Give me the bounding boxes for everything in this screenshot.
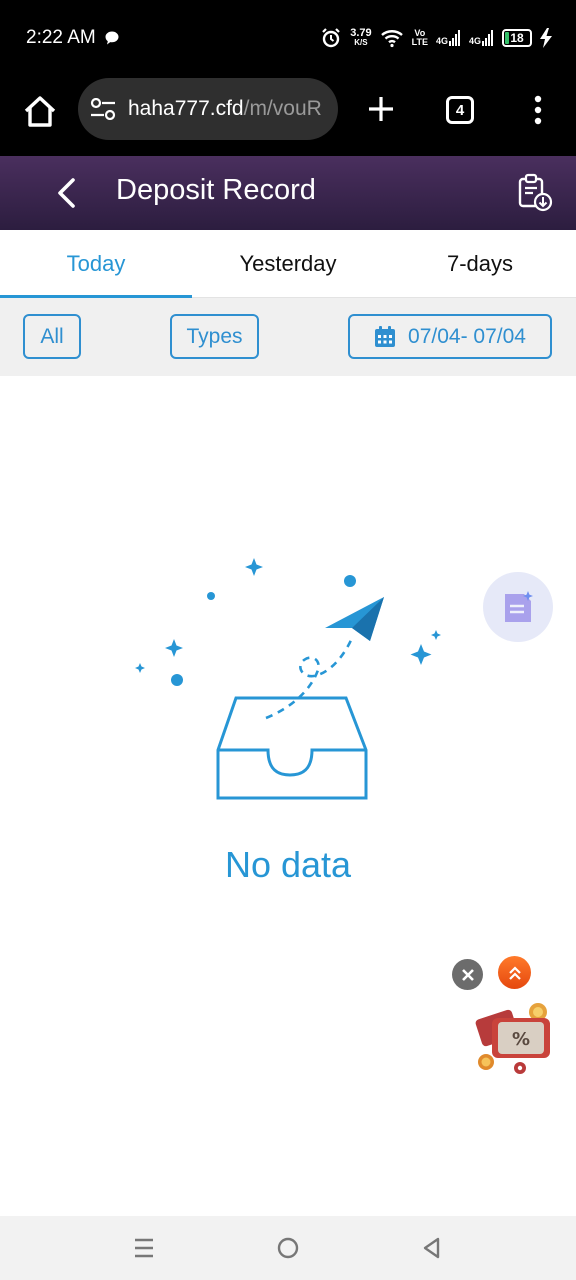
wifi-icon [380, 30, 403, 48]
volte-bottom: LTE [411, 37, 428, 47]
sim1-signal: 4G [436, 30, 461, 46]
back-icon[interactable] [52, 176, 80, 210]
battery-level: 18 [510, 31, 524, 45]
tab-yesterday[interactable]: Yesterday [192, 230, 384, 297]
clipboard-download-icon[interactable] [514, 172, 556, 214]
status-icons: 3.79 K/S Vo LTE 4G 4G 18 [320, 24, 552, 52]
tab-today[interactable]: Today [0, 230, 192, 298]
tab-yesterday-label: Yesterday [239, 250, 337, 276]
volte-indicator: Vo LTE [412, 29, 428, 47]
sim2-label: 4G [468, 36, 481, 46]
nav-home-icon[interactable] [276, 1236, 300, 1260]
filter-types-label: Types [186, 324, 243, 348]
signal-icon [482, 30, 493, 46]
sim1-label: 4G [435, 36, 448, 46]
net-speed: 3.79 K/S [350, 27, 372, 48]
net-speed-unit: K/S [354, 38, 368, 47]
system-nav-bar [0, 1216, 576, 1280]
page-header: Deposit Record [0, 156, 576, 230]
status-bar: 2:22 AM 3.79 K/S Vo LTE 4G 4G 18 [0, 0, 576, 76]
nav-back-icon[interactable] [420, 1236, 444, 1260]
floating-document-button[interactable] [483, 572, 553, 642]
url-host: haha777.cfd [128, 97, 244, 120]
filter-types-button[interactable]: Types [170, 314, 259, 359]
tab-count: 4 [455, 101, 465, 119]
more-vert-icon[interactable] [528, 94, 548, 126]
scroll-to-top-button[interactable] [498, 956, 531, 989]
charging-icon [540, 28, 552, 48]
battery-fill [505, 32, 509, 44]
close-promo-button[interactable] [452, 959, 483, 990]
date-range-button[interactable]: 07/04- 07/04 [348, 314, 552, 359]
tab-7-days-label: 7-days [446, 250, 514, 276]
alarm-icon [322, 28, 340, 48]
calendar-icon [375, 325, 396, 347]
chat-bubble-icon [105, 31, 119, 45]
tab-today-label: Today [66, 250, 126, 276]
battery-indicator: 18 [502, 29, 532, 47]
filter-bar: All Types 07/04- 07/04 [0, 298, 576, 376]
net-speed-value: 3.79 [350, 27, 372, 39]
double-chevron-up-icon [508, 965, 521, 980]
url-path: /m/vouR [243, 97, 322, 120]
date-tabs: Today Yesterday 7-days [0, 230, 576, 298]
home-icon[interactable] [20, 92, 60, 132]
status-time: 2:22 AM [26, 27, 96, 48]
signal-icon [448, 30, 460, 46]
page-title: Deposit Record [116, 174, 316, 206]
browser-toolbar: haha777.cfd/m/vouR 4 [0, 76, 576, 156]
document-sparkle-icon [505, 591, 533, 622]
date-range-label: 07/04- 07/04 [408, 324, 526, 348]
url-text: haha777.cfd/m/vouR [128, 97, 322, 121]
close-icon [461, 968, 474, 981]
tab-7-days[interactable]: 7-days [384, 230, 576, 297]
no-data-message: No data [224, 844, 352, 885]
plus-icon[interactable] [366, 94, 396, 124]
tab-switcher-button[interactable]: 4 [446, 96, 474, 124]
recents-icon[interactable] [132, 1236, 156, 1260]
svg-text:%: % [512, 1029, 530, 1050]
sim2-signal: 4G [469, 30, 494, 46]
filter-all-label: All [40, 324, 64, 348]
empty-inbox-illustration [135, 558, 441, 800]
filter-all-button[interactable]: All [23, 314, 81, 359]
address-bar[interactable]: haha777.cfd/m/vouR [78, 78, 338, 140]
promo-coupon-icon[interactable]: % [470, 998, 558, 1078]
tune-icon[interactable] [90, 98, 116, 120]
